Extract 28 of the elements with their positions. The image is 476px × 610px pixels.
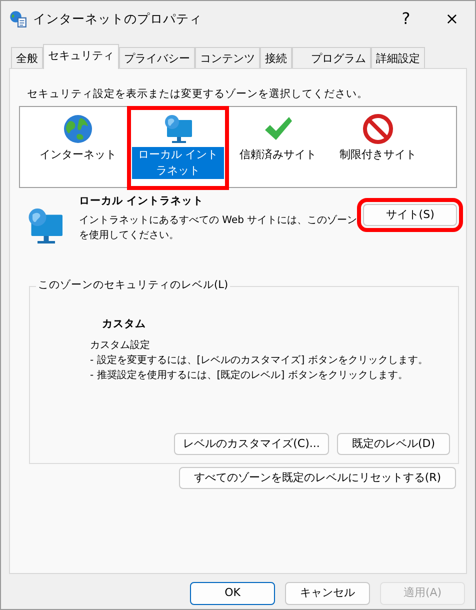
- monitor-globe-icon: [162, 112, 194, 145]
- zone-item[interactable]: インターネット: [38, 146, 118, 163]
- zone-item[interactable]: 信頼済みサイト: [238, 146, 318, 163]
- help-button[interactable]: ?: [383, 7, 429, 31]
- tab[interactable]: コンテンツ: [195, 47, 260, 68]
- zone-item[interactable]: ローカル イントラネット: [132, 146, 224, 179]
- customize-level-button[interactable]: レベルのカスタマイズ(C)...: [174, 433, 329, 456]
- zone-prompt: セキュリティ設定を表示または変更するゾーンを選択してください。: [27, 87, 369, 102]
- globe-icon: [62, 112, 94, 145]
- no-entry-icon: [362, 112, 394, 145]
- tab[interactable]: セキュリティ: [43, 44, 119, 69]
- zone-description: イントラネットにあるすべての Web サイトには、このゾーン を使用してください。: [79, 214, 358, 242]
- close-button[interactable]: ×: [429, 7, 475, 31]
- level-name: カスタム: [102, 316, 147, 332]
- tab[interactable]: 全般: [11, 47, 43, 68]
- level-description: カスタム設定 - 設定を変更するには、[レベルのカスタマイズ] ボタンをクリックします。 - 推奨設定を使用するには、[既定のレベル] ボタンをクリックします。: [90, 338, 428, 382]
- reset-all-zones-button[interactable]: すべてのゾーンを既定のレベルにリセットする(R): [179, 466, 456, 489]
- tab[interactable]: 接続: [260, 47, 292, 68]
- tab[interactable]: 詳細設定: [371, 47, 425, 68]
- window-title: インターネットのプロパティ: [33, 10, 202, 28]
- zone-item[interactable]: 制限付きサイト: [338, 146, 418, 163]
- dialog-button[interactable]: OK: [190, 582, 275, 605]
- dialog-button[interactable]: キャンセル: [285, 582, 370, 605]
- tab[interactable]: プライバシー: [119, 47, 195, 68]
- zone-title: ローカル イントラネット: [79, 194, 205, 209]
- default-level-button[interactable]: 既定のレベル(D): [337, 433, 450, 456]
- app-icon: [9, 10, 27, 28]
- tab[interactable]: プログラム: [292, 47, 371, 68]
